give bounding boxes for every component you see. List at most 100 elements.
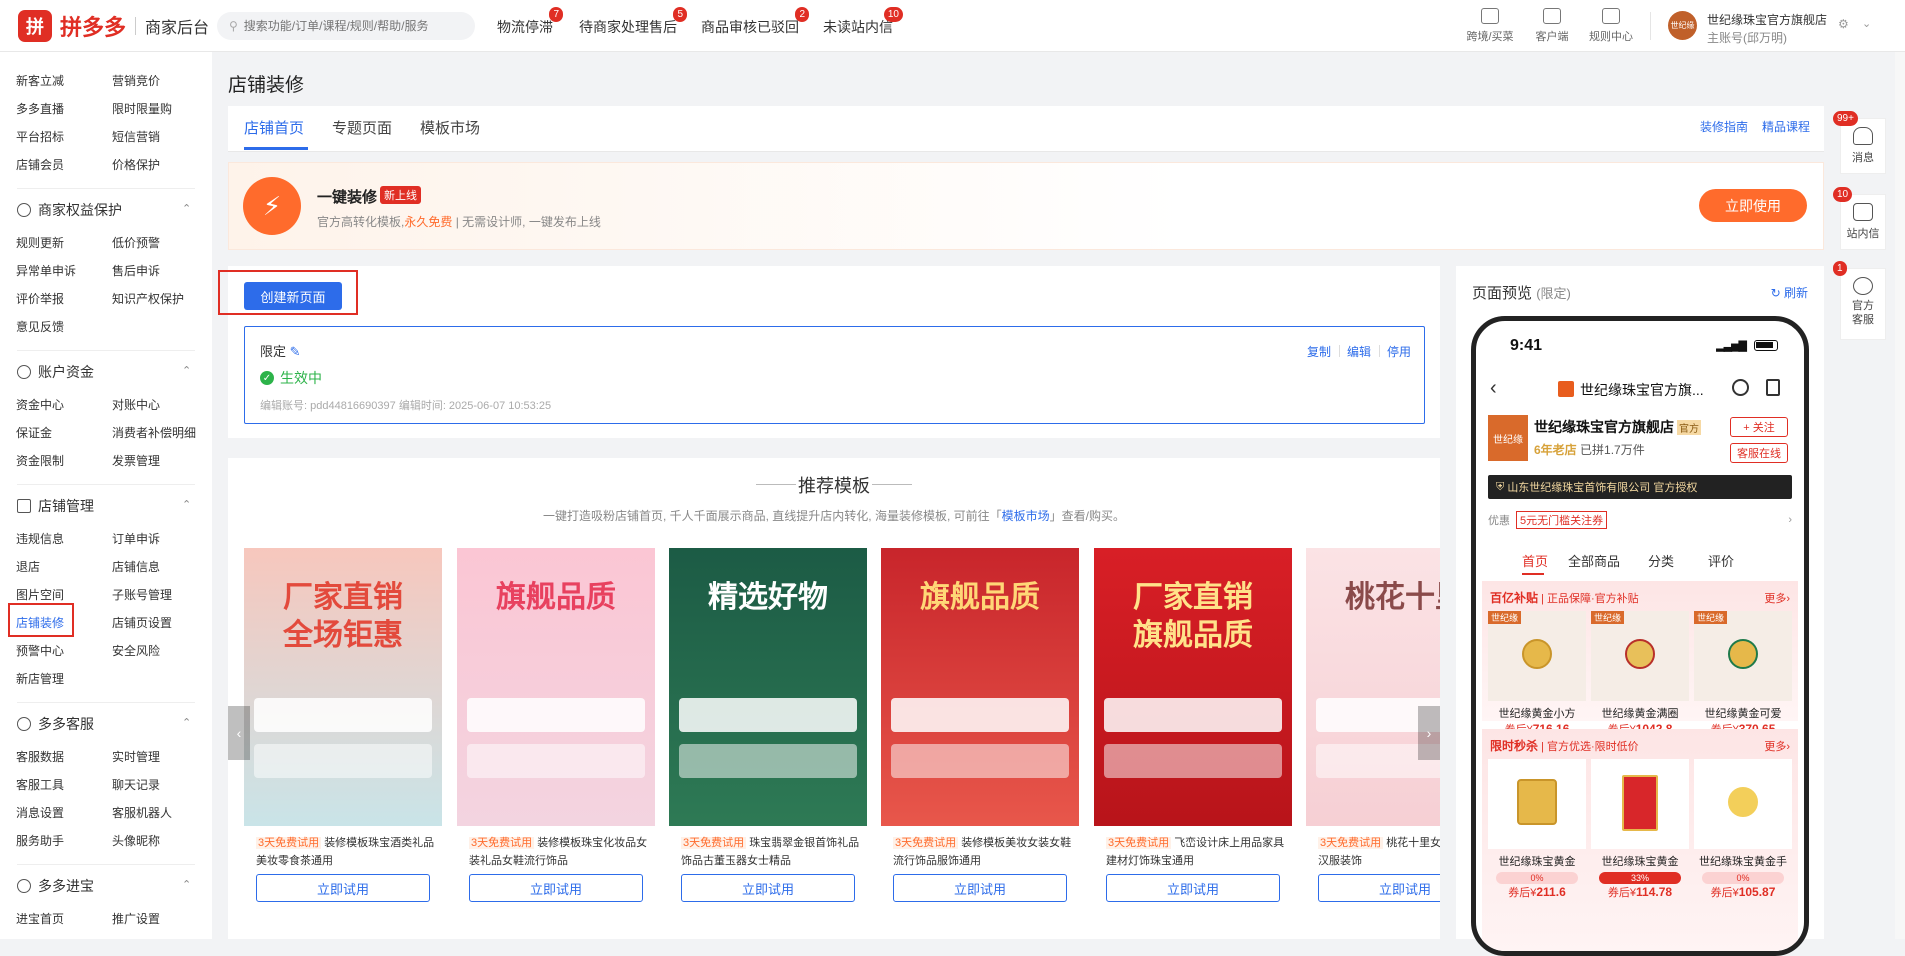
coupon-bar[interactable]: 优惠 5元无门槛关注券 ›	[1488, 509, 1792, 531]
edit-icon[interactable]: ✎	[290, 344, 301, 359]
sidebar-item[interactable]: 评价举报	[16, 290, 64, 307]
chevron-down-icon[interactable]: ⌄	[1862, 17, 1871, 30]
nav-pending-aftersale[interactable]: 待商家处理售后 5	[579, 7, 687, 37]
chevron-up-icon[interactable]: ⌃	[182, 498, 191, 511]
template-card[interactable]: 旗舰品质 3天免费试用 装修模板美妆女装女鞋流行饰品服饰通用 立即试用	[881, 548, 1079, 924]
logo[interactable]: 拼 拼多多 商家后台	[18, 10, 209, 42]
sidebar-item[interactable]: 服务助手	[16, 832, 64, 849]
sidebar-item[interactable]: 对账中心	[112, 396, 160, 413]
chevron-up-icon[interactable]: ⌃	[182, 878, 191, 891]
sidebar-item[interactable]: 图片空间	[16, 586, 64, 603]
sidebar-item[interactable]: 实时管理	[112, 748, 160, 765]
sidebar-item[interactable]: 子账号管理	[112, 586, 172, 603]
sidebar-item[interactable]: 预警中心	[16, 642, 64, 659]
sidebar-item[interactable]: 违规信息	[16, 530, 64, 547]
sidebar-item[interactable]: 订单申诉	[112, 530, 160, 547]
sidebar-item[interactable]: 消费者补偿明细	[112, 424, 196, 441]
tab-store-home[interactable]: 店铺首页	[244, 117, 304, 138]
template-thumbnail[interactable]: 桃花十里	[1306, 548, 1440, 826]
page-card[interactable]: 限定 ✎ ✓ 生效中 编辑账号: pdd44816690397 编辑时间: 202…	[244, 326, 1425, 424]
sidebar-item[interactable]: 知识产权保护	[112, 290, 184, 307]
sidebar-item[interactable]: 客服机器人	[112, 804, 172, 821]
try-now-button[interactable]: 立即试用	[469, 874, 643, 902]
product-card[interactable]: 世纪缘珠宝黄金手 0% 券后¥105.87	[1694, 759, 1792, 900]
product-card[interactable]: 世纪缘世纪缘黄金满圈券后¥1042.8	[1591, 611, 1689, 737]
tool-rules[interactable]: 规则中心	[1581, 8, 1641, 44]
search-input[interactable]	[243, 19, 444, 33]
rail-messages[interactable]: 消息 99+	[1833, 111, 1886, 174]
sidebar-item[interactable]: 退店	[16, 558, 40, 575]
template-card[interactable]: 旗舰品质 3天免费试用 装修模板珠宝化妆品女装礼品女鞋流行饰品 立即试用	[457, 548, 655, 924]
try-now-button[interactable]: 立即试用	[256, 874, 430, 902]
sidebar-item[interactable]: 资金限制	[16, 452, 64, 469]
carousel-next-button[interactable]: ›	[1418, 706, 1440, 760]
guide-link[interactable]: 装修指南	[1700, 118, 1748, 135]
sidebar-item[interactable]: 推广设置	[112, 910, 160, 927]
product-card[interactable]: 世纪缘世纪缘黄金可爱券后¥370.65	[1694, 611, 1792, 737]
sidebar-item[interactable]: 店铺信息	[112, 558, 160, 575]
customer-service-button[interactable]: 客服在线	[1730, 443, 1788, 463]
sidebar-item[interactable]: 资金中心	[16, 396, 64, 413]
sidebar-item[interactable]: 低价预警	[112, 234, 160, 251]
chevron-up-icon[interactable]: ⌃	[182, 716, 191, 729]
sidebar-section-jinbao[interactable]: 多多进宝	[17, 876, 94, 896]
sidebar-item[interactable]: 多多直播	[16, 100, 64, 117]
sidebar-item[interactable]: 客服数据	[16, 748, 64, 765]
share-icon[interactable]	[1766, 379, 1780, 396]
sidebar-section-service[interactable]: 多多客服	[17, 714, 94, 734]
create-page-button[interactable]: 创建新页面	[244, 282, 342, 310]
nav-unread-messages[interactable]: 未读站内信 10	[823, 7, 903, 37]
use-now-button[interactable]: 立即使用	[1699, 189, 1807, 222]
sidebar-item[interactable]: 客服工具	[16, 776, 64, 793]
sidebar-section-store[interactable]: 店铺管理	[17, 496, 94, 516]
template-thumbnail[interactable]: 厂家直销 全场钜惠	[244, 548, 442, 826]
sidebar-section-rights[interactable]: 商家权益保护	[17, 200, 122, 220]
try-now-button[interactable]: 立即试用	[1106, 874, 1280, 902]
scrollbar[interactable]	[1895, 52, 1905, 939]
product-card[interactable]: 世纪缘世纪缘黄金小方券后¥716.16	[1488, 611, 1586, 737]
account-name[interactable]: 世纪缘珠宝官方旗舰店	[1707, 11, 1827, 28]
phone-tab-home[interactable]: 首页	[1522, 551, 1548, 570]
global-search[interactable]: ⚲	[217, 12, 475, 40]
phone-tab-category[interactable]: 分类	[1648, 551, 1674, 570]
more-link[interactable]: 更多›	[1764, 738, 1790, 754]
sidebar-item[interactable]: 营销竞价	[112, 72, 160, 89]
disable-button[interactable]: 停用	[1387, 343, 1411, 360]
sidebar-item[interactable]: 意见反馈	[16, 318, 64, 335]
sidebar-item[interactable]: 限时限量购	[112, 100, 172, 117]
product-card[interactable]: 世纪缘珠宝黄金 33% 券后¥114.78	[1591, 759, 1689, 900]
avatar[interactable]: 世纪缘	[1668, 11, 1697, 40]
nav-review-rejected[interactable]: 商品审核已驳回 2	[701, 7, 809, 37]
follow-button[interactable]: + 关注	[1730, 417, 1788, 437]
tool-crossborder[interactable]: 跨境/买菜	[1460, 8, 1520, 44]
more-link[interactable]: 更多›	[1764, 590, 1790, 606]
sidebar-item[interactable]: 保证金	[16, 424, 52, 441]
rail-official-service[interactable]: 官方客服 1	[1833, 261, 1886, 340]
refresh-button[interactable]: ↻ 刷新	[1771, 284, 1808, 301]
phone-tab-all[interactable]: 全部商品	[1568, 551, 1620, 570]
sidebar-item[interactable]: 消息设置	[16, 804, 64, 821]
tool-client[interactable]: 客户端	[1522, 8, 1582, 44]
try-now-button[interactable]: 立即试用	[681, 874, 855, 902]
chevron-up-icon[interactable]: ⌃	[182, 202, 191, 215]
template-market-link[interactable]: 模板市场	[1002, 509, 1050, 523]
tab-topic-page[interactable]: 专题页面	[332, 117, 392, 138]
sidebar-item[interactable]: 店铺页设置	[112, 614, 172, 631]
sidebar-item[interactable]: 价格保护	[112, 156, 160, 173]
sidebar-item[interactable]: 进宝首页	[16, 910, 64, 927]
product-card[interactable]: 世纪缘珠宝黄金 0% 券后¥211.6	[1488, 759, 1586, 900]
copy-button[interactable]: 复制	[1307, 343, 1331, 360]
course-link[interactable]: 精品课程	[1762, 118, 1810, 135]
template-card[interactable]: 厂家直销 全场钜惠 3天免费试用 装修模板珠宝酒类礼品美妆零食茶通用 立即试用	[244, 548, 442, 924]
sidebar-item[interactable]: 店铺会员	[16, 156, 64, 173]
sidebar-item[interactable]: 头像昵称	[112, 832, 160, 849]
template-card[interactable]: 厂家直销 旗舰品质 3天免费试用 飞峦设计床上用品家具建材灯饰珠宝通用 立即试用	[1094, 548, 1292, 924]
sidebar-item[interactable]: 售后申诉	[112, 262, 160, 279]
phone-tab-review[interactable]: 评价	[1708, 551, 1734, 570]
template-thumbnail[interactable]: 旗舰品质	[881, 548, 1079, 826]
sidebar-item[interactable]: 异常单申诉	[16, 262, 76, 279]
sidebar-item[interactable]: 发票管理	[112, 452, 160, 469]
nav-logistics-stalled[interactable]: 物流停滞 7	[497, 7, 563, 37]
sidebar-item[interactable]: 规则更新	[16, 234, 64, 251]
template-thumbnail[interactable]: 旗舰品质	[457, 548, 655, 826]
